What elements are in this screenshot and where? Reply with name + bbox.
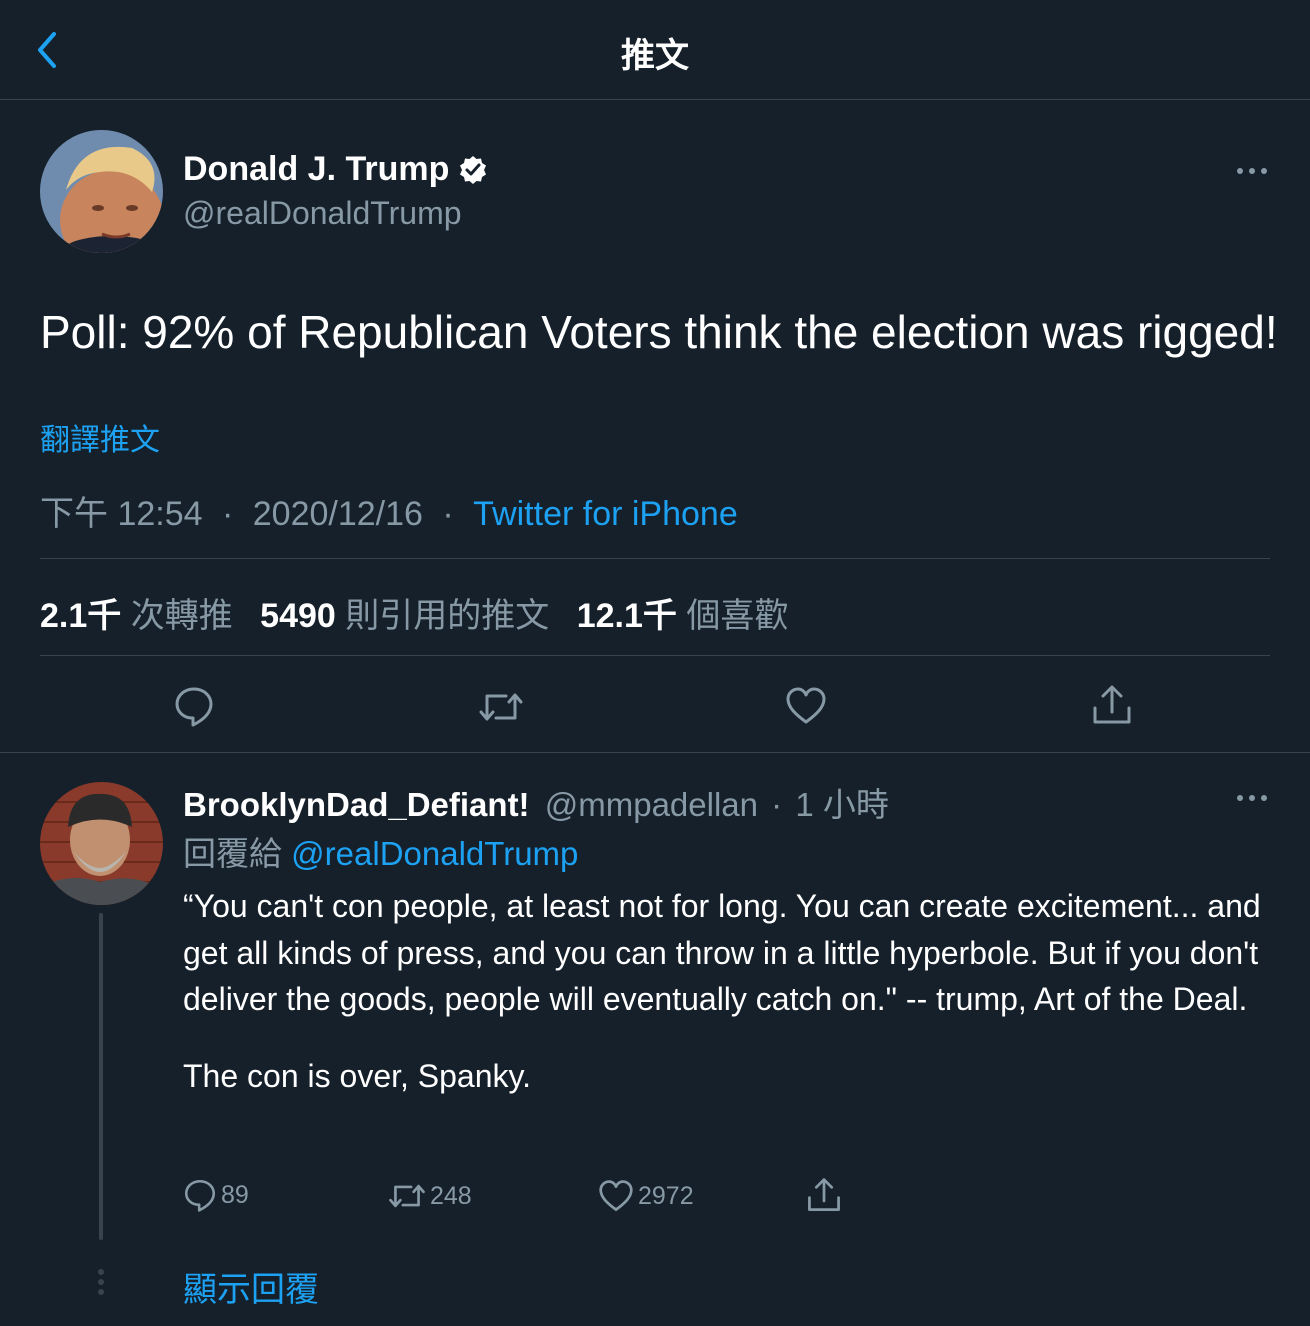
thread-line [99,913,103,1240]
vertical-dots-icon [96,1268,106,1301]
reply-time[interactable]: 1 小時 [795,786,889,823]
tweet-stats-row: 2.1千 次轉推 5490 則引用的推文 12.1千 個喜歡 [40,588,788,637]
meta-separator: · [221,495,234,533]
likes-label: 個喜歡 [686,597,789,635]
reply-icon[interactable] [173,685,215,732]
tweet-text: Poll: 92% of Republican Voters think the… [40,306,1278,358]
like-count: 2972 [638,1181,694,1210]
author-avatar[interactable] [40,130,163,253]
like-heart-icon[interactable] [785,686,827,731]
translate-tweet-link[interactable]: 翻譯推文 [40,415,160,459]
retweet-count: 248 [430,1181,472,1210]
verified-badge-icon [457,154,489,186]
share-icon[interactable] [1091,684,1133,731]
likes-count: 12.1千 [576,597,677,635]
divider [0,752,1310,753]
show-replies-link[interactable]: 顯示回覆 [183,1262,319,1311]
retweets-label: 次轉推 [130,597,233,635]
reply-author-handle[interactable]: @mmpadellan [545,786,758,823]
tweet-source[interactable]: Twitter for iPhone [473,495,738,533]
quotes-count: 5490 [260,597,336,635]
reply-retweet-button[interactable]: 248 [388,1180,472,1212]
author-handle[interactable]: @realDonaldTrump [183,195,462,232]
reply-reply-button[interactable]: 89 [183,1178,249,1212]
author-name: Donald J. Trump [183,150,450,188]
quotes-stat[interactable]: 5490 則引用的推文 [260,597,559,635]
top-bar: 推文 [0,0,1310,100]
reply-like-button[interactable]: 2972 [598,1179,694,1213]
replying-to-handle[interactable]: @realDonaldTrump [291,835,578,872]
share-icon [808,1178,840,1211]
tweet-time[interactable]: 下午 12:54 [40,495,203,533]
reply-icon [184,1179,216,1212]
meta-separator: · [442,495,454,533]
retweets-count: 2.1千 [40,597,122,635]
reply-more-options-icon[interactable] [1236,787,1268,814]
reply-text-paragraph: “You can't con people, at least not for … [183,888,1261,1017]
retweet-icon [389,1184,425,1208]
more-options-icon[interactable] [1236,160,1268,187]
divider [40,655,1270,656]
reply-author-avatar[interactable] [40,782,163,905]
reply-header-row: BrooklynDad_Defiant! @mmpadellan · 1 小時 [183,778,889,826]
reply-author-name[interactable]: BrooklynDad_Defiant! [183,786,530,823]
quotes-label: 則引用的推文 [345,597,550,635]
divider [40,558,1270,559]
tweet-meta-row: 下午 12:54 · 2020/12/16 · Twitter for iPho… [40,486,738,535]
retweet-icon[interactable] [478,688,524,731]
like-heart-icon [599,1180,633,1211]
replying-to-row: 回覆給 @realDonaldTrump [183,827,578,875]
retweets-stat[interactable]: 2.1千 次轉推 [40,597,242,635]
replying-to-label: 回覆給 [183,835,282,872]
likes-stat[interactable]: 12.1千 個喜歡 [577,597,789,635]
reply-text: “You can't con people, at least not for … [183,883,1263,1099]
page-title: 推文 [621,37,689,75]
reply-share-button[interactable] [806,1177,846,1213]
reply-text-paragraph: The con is over, Spanky. [183,1057,532,1094]
author-name-row[interactable]: Donald J. Trump [183,150,489,189]
meta-separator: · [771,786,783,823]
reply-count: 89 [221,1180,249,1209]
tweet-date[interactable]: 2020/12/16 [253,495,423,533]
